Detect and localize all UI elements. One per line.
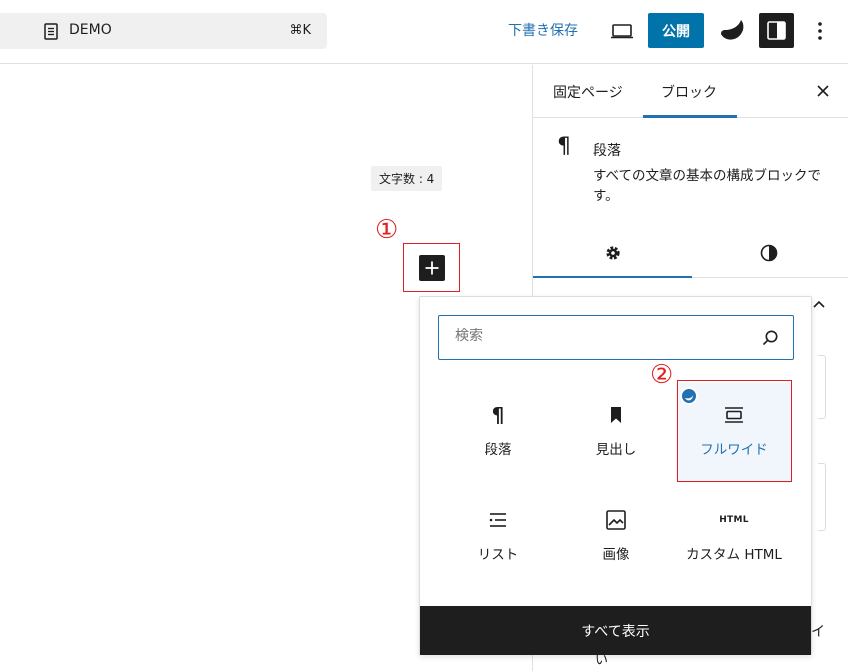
plugin-moon-icon[interactable] xyxy=(717,16,747,46)
image-icon xyxy=(604,508,628,532)
annotation-box-2 xyxy=(677,380,792,482)
search-input[interactable] xyxy=(455,328,745,344)
block-card: ¶ 段落 すべての文章の基本の構成ブロックです。 xyxy=(533,118,848,230)
character-count-badge: 文字数 : 4 xyxy=(371,166,443,191)
search-icon xyxy=(762,330,778,346)
block-item-image[interactable]: 画像 xyxy=(558,488,674,588)
paragraph-icon: ¶ xyxy=(491,403,505,427)
panel-fragment xyxy=(818,355,826,419)
annotation-number-2: ② xyxy=(650,360,674,390)
paragraph-icon: ¶ xyxy=(557,134,571,159)
list-icon xyxy=(486,508,510,532)
document-icon xyxy=(44,23,58,40)
tab-block[interactable]: ブロック xyxy=(661,82,717,102)
active-subtab-indicator xyxy=(533,276,692,278)
publish-button[interactable]: 公開 xyxy=(648,13,704,48)
block-name: 段落 xyxy=(593,143,621,159)
partial-text: イ xyxy=(811,624,825,640)
block-item-custom-html[interactable]: HTML カスタム HTML xyxy=(676,488,792,588)
gear-icon[interactable] xyxy=(603,243,623,263)
block-label: 段落 xyxy=(484,442,512,458)
block-description: すべての文章の基本の構成ブロックです。 xyxy=(593,168,822,204)
document-bar[interactable]: DEMO ⌘K xyxy=(0,13,327,49)
save-draft-button[interactable]: 下書き保存 xyxy=(508,20,578,40)
block-item-paragraph[interactable]: ¶ 段落 xyxy=(440,383,556,483)
search-box[interactable] xyxy=(438,315,794,360)
annotation-number-1: ① xyxy=(375,215,399,245)
block-label: 画像 xyxy=(602,547,630,563)
chevron-up-icon[interactable] xyxy=(811,297,827,311)
plus-icon xyxy=(425,261,439,275)
block-inserter-button[interactable] xyxy=(419,255,445,281)
command-shortcut: ⌘K xyxy=(289,23,311,38)
tab-page[interactable]: 固定ページ xyxy=(553,82,623,102)
styles-contrast-icon[interactable] xyxy=(759,243,779,263)
block-label: カスタム HTML xyxy=(686,547,782,563)
editor-header: DEMO ⌘K 下書き保存 公開 xyxy=(0,0,848,64)
sidebar-panel-icon xyxy=(767,21,786,40)
block-item-heading[interactable]: 見出し xyxy=(558,383,674,483)
block-label: リスト xyxy=(477,547,519,563)
panel-fragment xyxy=(818,463,826,531)
sidebar-tabs: 固定ページ ブロック xyxy=(533,65,848,118)
browse-all-button[interactable]: すべて表示 xyxy=(420,606,811,655)
block-item-list[interactable]: リスト xyxy=(440,488,556,588)
html-icon: HTML xyxy=(714,508,754,532)
block-settings-tabs xyxy=(533,230,848,278)
more-options-icon[interactable] xyxy=(808,16,832,46)
close-icon[interactable] xyxy=(813,81,833,101)
preview-desktop-icon[interactable] xyxy=(608,18,636,44)
html-icon-text: HTML xyxy=(719,515,749,525)
heading-bookmark-icon xyxy=(604,403,628,427)
document-title: DEMO xyxy=(69,22,112,38)
settings-toggle-button[interactable] xyxy=(759,13,794,48)
block-label: 見出し xyxy=(595,442,637,458)
